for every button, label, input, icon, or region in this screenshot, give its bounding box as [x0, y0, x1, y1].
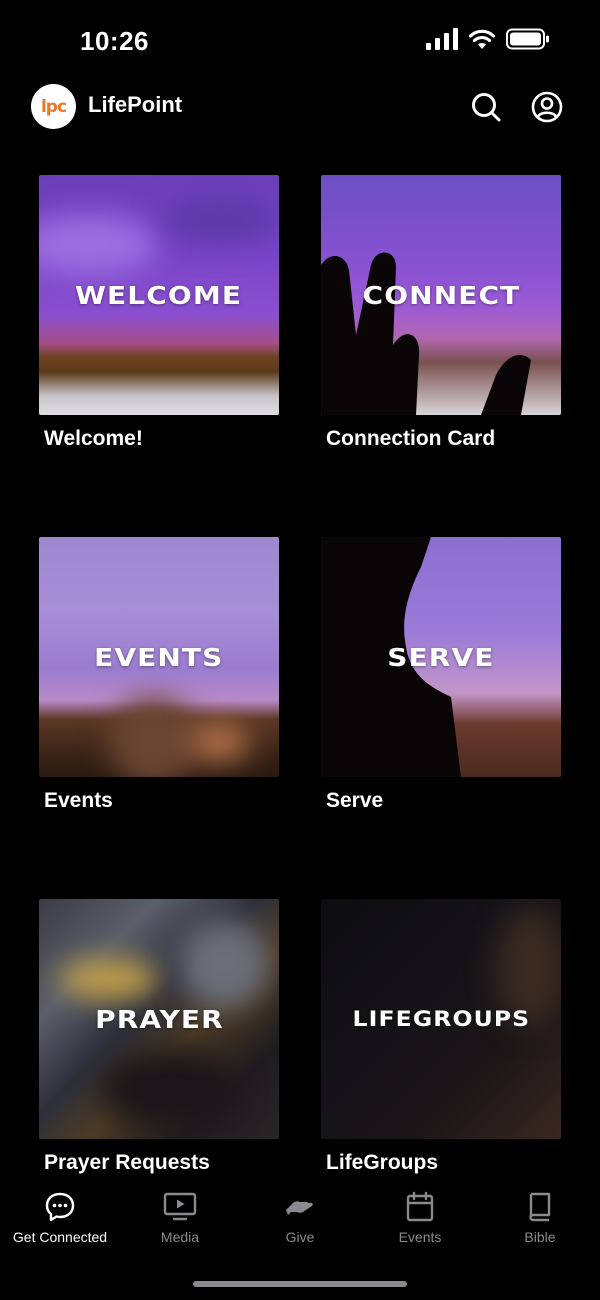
tile-welcome[interactable]: WELCOME Welcome! [39, 175, 279, 451]
tile-overlay-text: EVENTS [94, 642, 224, 672]
tile-label: Events [44, 789, 113, 812]
tile-label: Prayer Requests [44, 1151, 210, 1174]
profile-button[interactable] [530, 90, 564, 124]
prayer-image: PRAYER [39, 899, 279, 1139]
welcome-image: WELCOME [39, 175, 279, 415]
tile-serve[interactable]: SERVE Serve [321, 537, 561, 813]
search-button[interactable] [469, 90, 503, 124]
tab-label: Events [398, 1229, 442, 1245]
tile-lifegroups[interactable]: LIFEGROUPS LifeGroups [321, 899, 561, 1175]
tab-label: Bible [524, 1229, 556, 1245]
tile-overlay-text: LIFEGROUPS [352, 1007, 530, 1031]
lifepoint-logo: lpc [31, 84, 76, 129]
tile-events[interactable]: EVENTS Events [39, 537, 279, 813]
wifi-icon [468, 29, 496, 49]
app-title: LifePoint [88, 92, 183, 117]
tile-overlay-text: WELCOME [75, 280, 243, 310]
connect-image: CONNECT [321, 175, 561, 415]
serve-image: SERVE [321, 537, 561, 777]
tab-get-connected[interactable]: Get Connected [0, 1190, 120, 1260]
tab-bible[interactable]: Bible [480, 1190, 600, 1260]
tile-overlay-text: CONNECT [362, 280, 520, 310]
status-icons [426, 28, 550, 50]
home-indicator[interactable] [193, 1281, 407, 1287]
status-bar: 10:26 [0, 0, 600, 80]
lifegroups-image: LIFEGROUPS [321, 899, 561, 1139]
events-image: EVENTS [39, 537, 279, 777]
tile-overlay-text: SERVE [387, 642, 495, 672]
tab-label: Media [160, 1229, 200, 1245]
tile-label: Serve [326, 789, 384, 812]
chat-bubble-icon [43, 1190, 77, 1224]
tab-media[interactable]: Media [120, 1190, 240, 1260]
logo-text: lpc [40, 96, 67, 117]
status-time: 10:26 [80, 26, 149, 56]
giving-hand-icon [283, 1190, 317, 1224]
tab-label: Get Connected [12, 1229, 108, 1245]
tab-label: Give [285, 1229, 315, 1245]
tile-label: Connection Card [326, 427, 496, 450]
cellular-signal-icon [426, 28, 458, 50]
calendar-icon [403, 1190, 437, 1224]
tab-events[interactable]: Events [360, 1190, 480, 1260]
user-account-icon [531, 91, 563, 123]
tile-label: LifeGroups [326, 1151, 439, 1174]
tab-give[interactable]: Give [240, 1190, 360, 1260]
tile-overlay-text: PRAYER [94, 1004, 224, 1034]
tile-connection-card[interactable]: CONNECT Connection Card [321, 175, 561, 451]
tile-prayer-requests[interactable]: PRAYER Prayer Requests [39, 899, 279, 1175]
play-monitor-icon [163, 1190, 197, 1224]
tile-label: Welcome! [44, 427, 143, 450]
bottom-tab-bar: Get Connected Media Give Events Bible [0, 1190, 600, 1260]
book-icon [523, 1190, 557, 1224]
battery-icon [506, 28, 549, 50]
app-header: lpc LifePoint [0, 80, 600, 136]
search-icon [472, 93, 501, 122]
